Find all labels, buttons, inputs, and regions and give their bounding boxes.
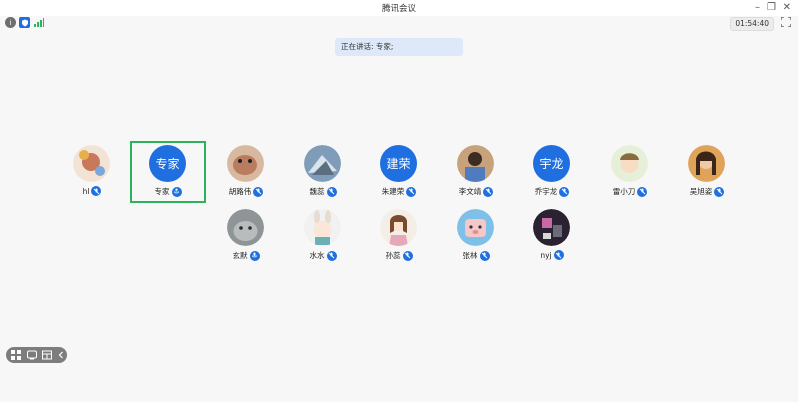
participant-name-row: 吴旭姿 [669, 186, 745, 197]
avatar [457, 209, 494, 246]
participant-tile[interactable]: 胡路伟 [208, 141, 284, 203]
participant-name: 吴旭姿 [689, 187, 713, 196]
participant-name-row: 胡路伟 [208, 186, 284, 197]
mic-muted-icon[interactable] [637, 186, 648, 197]
participant-name: 玄默 [232, 251, 248, 260]
participant-name: 魏蕊 [309, 187, 325, 196]
meeting-toolbar: i [0, 16, 798, 30]
participant-name: 水水 [309, 251, 325, 260]
mic-muted-icon[interactable] [402, 250, 413, 261]
mic-muted-icon[interactable] [326, 186, 337, 197]
mic-muted-icon[interactable] [553, 250, 564, 260]
window-title: 腾讯会议 [381, 4, 416, 14]
mic-muted-icon[interactable] [559, 186, 570, 197]
title-bar: 腾讯会议 – ❐ ✕ [0, 0, 798, 17]
participant-tile[interactable]: 建荣 朱建荣 [361, 141, 437, 203]
participant-name: nyj [540, 250, 552, 260]
participant-name: 李文靖 [458, 187, 482, 196]
close-icon[interactable]: ✕ [783, 2, 791, 13]
participant-name-row: 乔宇龙 [514, 186, 590, 197]
grid-view-icon[interactable] [11, 350, 21, 360]
participant-name: 胡路伟 [228, 187, 252, 196]
mic-muted-icon[interactable] [326, 250, 337, 261]
minimize-icon[interactable]: – [755, 2, 760, 13]
participant-tile[interactable]: 雷小刀 [592, 141, 668, 203]
participant-name-row: 专家 [132, 186, 204, 197]
participant-name: 乔宇龙 [534, 187, 558, 196]
participant-name-row: 雷小刀 [592, 186, 668, 197]
participant-name: 张林 [462, 251, 478, 260]
fullscreen-icon[interactable] [781, 17, 791, 27]
participant-name: 孙蕊 [385, 251, 401, 260]
participant-tile[interactable]: 宇龙 乔宇龙 [514, 141, 590, 203]
participant-name-row: 水水 [285, 250, 361, 261]
mic-muted-icon[interactable] [479, 250, 490, 261]
avatar [304, 145, 341, 182]
shield-icon[interactable] [19, 17, 30, 28]
participant-tile[interactable]: hl [54, 141, 130, 203]
participant-tile[interactable]: 李文靖 [438, 141, 514, 203]
participant-name-row: 魏蕊 [285, 186, 361, 197]
participant-tile[interactable]: 吴旭姿 [669, 141, 745, 203]
layout-icon[interactable] [42, 350, 52, 360]
participant-name-row: nyj [514, 250, 590, 260]
avatar [227, 145, 264, 182]
meeting-timer: 01:54:40 [730, 17, 774, 31]
avatar [380, 209, 417, 246]
mic-muted-icon[interactable] [483, 186, 494, 197]
avatar [611, 145, 648, 182]
avatar [304, 209, 341, 246]
participant-tile[interactable]: 玄默 [208, 205, 284, 267]
participant-tile[interactable]: 水水 [285, 205, 361, 267]
meeting-icon[interactable] [27, 350, 37, 360]
participant-tile[interactable]: 孙蕊 [361, 205, 437, 267]
participant-name: 朱建荣 [381, 187, 405, 196]
avatar [533, 209, 570, 246]
participant-tile[interactable]: 魏蕊 [285, 141, 361, 203]
speaking-indicator: 正在讲话: 专家; [335, 38, 463, 56]
participant-name: 专家 [154, 187, 170, 196]
avatar [73, 145, 110, 182]
participant-name-row: 朱建荣 [361, 186, 437, 197]
info-icon[interactable]: i [5, 17, 16, 28]
participant-name: 雷小刀 [612, 187, 636, 196]
avatar: 宇龙 [533, 145, 570, 182]
view-toolbar [6, 347, 67, 363]
participant-name-row: 孙蕊 [361, 250, 437, 261]
avatar: 专家 [149, 145, 186, 182]
avatar: 建荣 [380, 145, 417, 182]
participant-name-row: hl [54, 186, 130, 196]
avatar [457, 145, 494, 182]
avatar [688, 145, 725, 182]
participant-name: hl [82, 186, 90, 196]
mic-muted-icon[interactable] [406, 186, 417, 197]
participant-name-row: 张林 [438, 250, 514, 261]
participant-tile[interactable]: 张林 [438, 205, 514, 267]
restore-icon[interactable]: ❐ [767, 2, 776, 13]
mic-muted-icon[interactable] [714, 186, 725, 197]
mic-on-icon[interactable] [249, 250, 260, 261]
mic-muted-icon[interactable] [91, 186, 102, 196]
participant-name-row: 玄默 [208, 250, 284, 261]
signal-icon[interactable] [33, 17, 44, 28]
participant-tile[interactable]: nyj [514, 205, 590, 267]
participant-name-row: 李文靖 [438, 186, 514, 197]
mic-muted-icon[interactable] [253, 186, 264, 197]
mic-speaking-icon[interactable] [171, 186, 182, 197]
collapse-icon[interactable] [56, 350, 66, 360]
participant-tile-active[interactable]: 专家 专家 [130, 141, 206, 203]
avatar [227, 209, 264, 246]
